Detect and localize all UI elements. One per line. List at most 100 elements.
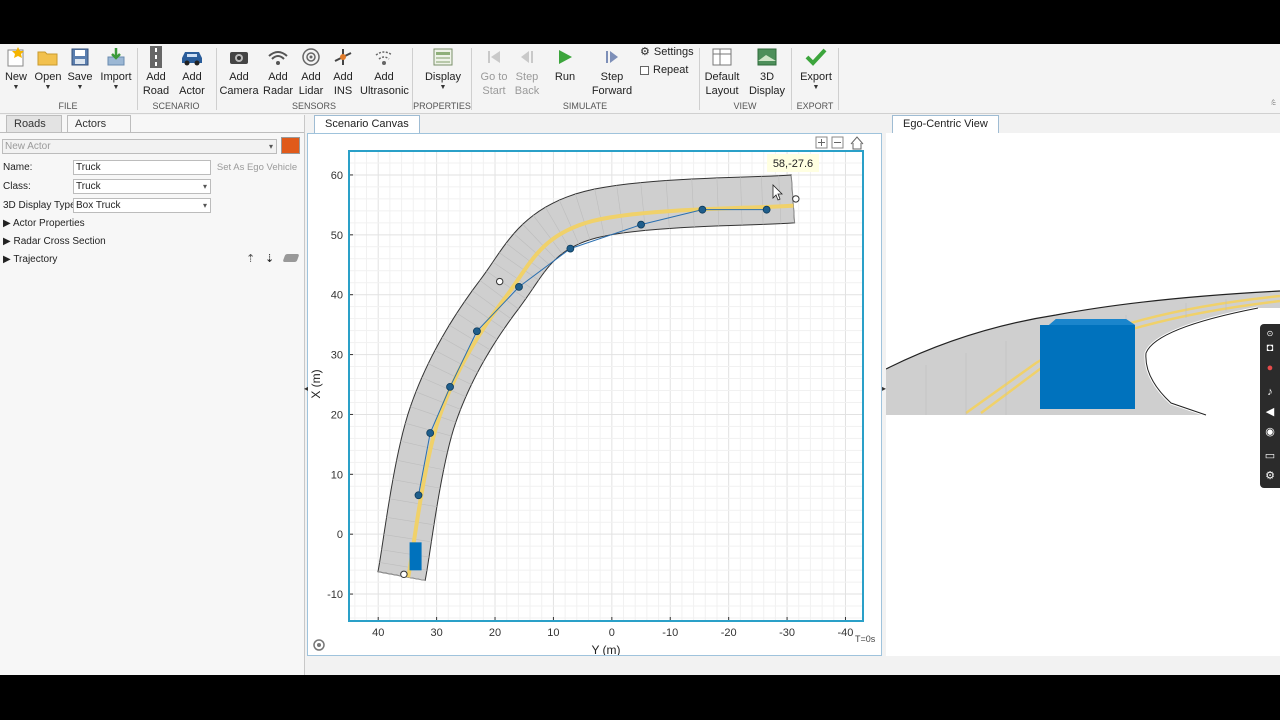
road-control-point [792,195,800,203]
home-icon[interactable] [850,136,864,150]
tab-actors[interactable]: Actors [67,115,131,133]
repeat-icon [640,65,649,75]
speaker-icon[interactable]: ◀ [1264,406,1276,418]
y-tick-label: -10 [327,589,343,601]
camera-icon [230,52,248,64]
x-tick-label: 20 [489,627,501,639]
waypoint-marker [473,327,481,336]
new-icon [7,47,24,67]
record-icon[interactable]: ● [1264,362,1276,374]
cursor-readout: 58,-27.6 [767,154,819,172]
y-tick-label: 20 [331,409,343,421]
eraser-icon[interactable] [282,254,300,262]
file-section-label: FILE [58,101,78,111]
export-button[interactable]: Export ▼ [797,44,835,102]
y-tick-label: 60 [331,170,343,182]
webcam-icon[interactable]: ◉ [1264,426,1276,438]
save-button[interactable]: Save ▼ [66,44,94,102]
zoom-in-icon[interactable] [815,136,828,149]
properties-section-label: PROPERTIES [413,101,471,111]
microphone-icon[interactable]: ♪ [1264,386,1276,398]
go-to-start-button[interactable]: Go to Start [476,44,512,102]
default-layout-button[interactable]: Default Layout [702,44,742,102]
set-as-ego-vehicle-button[interactable]: Set As Ego Vehicle [216,160,298,175]
expand-arrow-icon: ▶ [3,254,11,265]
actor-color-swatch[interactable] [281,137,300,154]
radar-icon [268,51,288,65]
add-camera-button[interactable]: Add Camera [219,44,259,102]
import-button[interactable]: Import ▼ [98,44,134,102]
camera-view-icon[interactable] [313,639,325,651]
tab-ego-centric-view[interactable]: Ego-Centric View [892,115,999,133]
add-road-button[interactable]: Add Road [140,44,172,102]
actor-properties-expander[interactable]: ▶ Actor Properties [3,218,85,229]
truck-actor [409,542,422,571]
waypoint-marker [762,205,771,214]
y-tick-label: 50 [331,230,343,242]
x-tick-label: 40 [372,627,384,639]
settings-button[interactable]: ⚙ Settings [640,45,694,59]
recording-toolbar: ⊙ ◘ ● ♪ ◀ ◉ ▭ ⚙ [1260,324,1280,488]
road-control-point [495,277,504,286]
x-tick-label: 0 [609,627,615,639]
step-back-button[interactable]: Step Back [512,44,542,102]
actor-select[interactable]: New Actor ▾ [2,139,277,154]
3d-display-button[interactable]: 3D Display [745,44,789,102]
scenario-plot[interactable]: 40 30 20 10 0 -10 -20 -30 -40 60 50 40 30 20 10 0 -10 Y … [308,134,881,657]
add-ins-button[interactable]: Add INS [328,44,358,102]
name-field[interactable]: Truck [73,160,211,175]
tab-scenario-canvas[interactable]: Scenario Canvas [314,115,420,133]
window-icon[interactable]: ▭ [1264,450,1276,462]
tab-roads[interactable]: Roads [6,115,62,133]
import-icon [107,48,125,66]
folder-icon [37,51,58,66]
ego-3d-view [885,290,1280,417]
scenario-section-label: SCENARIO [152,101,200,111]
collapse-toolstrip-icon[interactable]: ⩯ [1271,98,1276,109]
waypoint-marker [426,429,435,437]
add-ultrasonic-button[interactable]: Add Ultrasonic [360,44,409,102]
layout-icon [712,48,732,66]
3d-display-icon [757,48,777,66]
chevron-down-icon: ▾ [202,182,207,191]
chevron-down-icon: ▾ [202,201,207,210]
add-lidar-button[interactable]: Add Lidar [296,44,326,102]
step-forward-button[interactable]: Step Forward [590,44,634,102]
waypoint-marker [637,220,645,229]
y-tick-label: 30 [331,350,343,362]
display-type-select[interactable]: Box Truck ▾ [73,198,211,213]
add-radar-button[interactable]: Add Radar [262,44,294,102]
add-actor-button[interactable]: Add Actor [174,44,210,102]
checkmark-icon [805,48,827,66]
x-tick-label: -20 [721,627,737,639]
simulate-section-label: SIMULATE [562,101,608,111]
play-icon [559,50,572,64]
scenario-canvas-panel: 40 30 20 10 0 -10 -20 -30 -40 60 50 40 30 20 10 0 -10 Y … [307,133,882,657]
trajectory-expander[interactable]: ▶ Trajectory [3,254,57,265]
radar-cross-section-expander[interactable]: ▶ Radar Cross Section [3,236,106,247]
waypoint-marker [515,283,523,291]
expand-arrow-icon: ▶ [3,218,11,229]
display-button[interactable]: Display ▼ [420,44,466,102]
waypoint-marker [698,205,707,214]
waypoint-marker [414,491,423,500]
time-label: T=0s [855,634,876,644]
ego-truck-box [1040,319,1135,409]
new-button[interactable]: New ▼ [2,44,30,102]
gear-icon[interactable]: ⚙ [1264,470,1276,482]
sensors-section-label: SENSORS [291,101,336,111]
repeat-checkbox[interactable]: Repeat [640,64,688,76]
name-label: Name: [3,162,33,173]
save-icon [71,48,89,66]
camera-icon[interactable]: ◘ [1264,342,1276,354]
move-up-icon[interactable]: ⇡ [246,252,255,265]
open-button[interactable]: Open ▼ [33,44,63,102]
pin-icon[interactable]: ⊙ [1264,328,1276,340]
road-icon [150,46,162,68]
move-down-icon[interactable]: ⇣ [265,252,274,265]
run-button[interactable]: Run [548,44,582,102]
splitter-handle-left[interactable]: ◂ [304,384,308,393]
zoom-out-icon[interactable] [831,136,844,149]
lidar-icon [302,48,320,66]
class-select[interactable]: Truck ▾ [73,179,211,194]
